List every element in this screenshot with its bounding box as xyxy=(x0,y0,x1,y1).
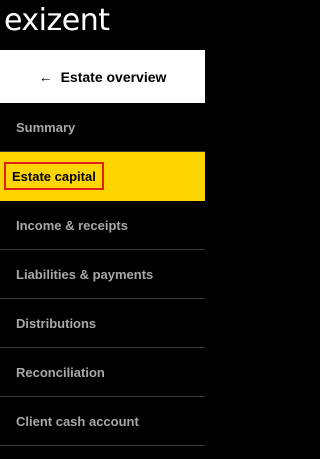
sidebar-item-summary[interactable]: Summary xyxy=(0,103,205,152)
back-link-label: Estate overview xyxy=(60,68,167,85)
sidebar-item-income-receipts[interactable]: Income & receipts xyxy=(0,201,205,250)
sidebar-item-estate-capital[interactable]: Estate capital xyxy=(0,152,205,201)
back-to-estate-overview-link[interactable]: ← Estate overview xyxy=(0,50,205,103)
sidebar-item-label: Client cash account xyxy=(16,413,139,429)
sidebar-item-label: Liabilities & payments xyxy=(16,266,154,282)
sidebar-item-client-cash-account[interactable]: Client cash account xyxy=(0,397,205,446)
sidebar-nav: Summary Estate capital Income & receipts… xyxy=(0,103,205,446)
sidebar-item-liabilities-payments[interactable]: Liabilities & payments xyxy=(0,250,205,299)
sidebar-item-label: Estate capital xyxy=(4,162,104,190)
header-bar: exizent xyxy=(0,0,205,50)
sidebar-item-distributions[interactable]: Distributions xyxy=(0,299,205,348)
sidebar-item-label: Reconciliation xyxy=(16,364,105,380)
arrow-left-icon: ← xyxy=(38,68,53,85)
sidebar-item-label: Distributions xyxy=(16,315,97,331)
exizent-logo[interactable]: exizent xyxy=(4,2,110,40)
sidebar-item-label: Income & receipts xyxy=(16,217,128,233)
sidebar-item-label: Summary xyxy=(16,119,76,135)
sidebar-item-reconciliation[interactable]: Reconciliation xyxy=(0,348,205,397)
